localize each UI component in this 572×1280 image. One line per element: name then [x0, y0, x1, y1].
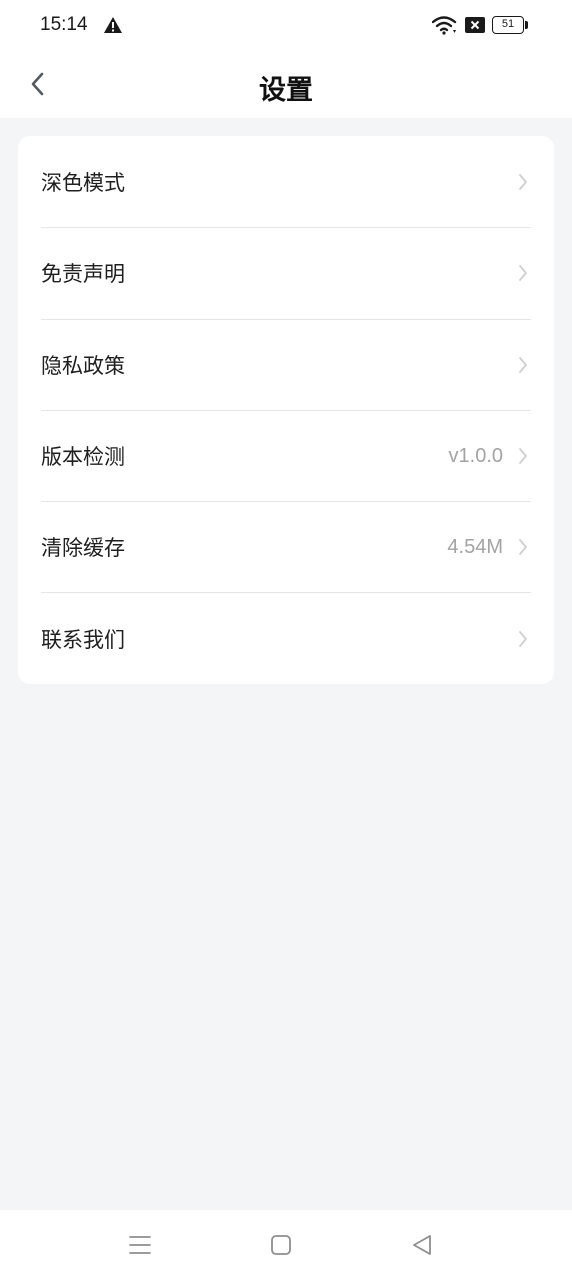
settings-item-dark-mode[interactable]: 深色模式: [41, 136, 531, 227]
settings-item-label: 联系我们: [41, 627, 125, 652]
settings-item-label: 隐私政策: [41, 353, 125, 378]
back-triangle-icon: [413, 1235, 431, 1255]
cache-size-value: 4.54M: [447, 535, 503, 558]
settings-item-label: 版本检测: [41, 445, 125, 470]
status-bar: 15:14 51: [0, 0, 572, 52]
version-value: v1.0.0: [448, 444, 503, 467]
settings-item-label: 清除缓存: [41, 536, 125, 561]
chevron-right-icon: [519, 448, 527, 464]
sim-off-icon: [465, 17, 485, 33]
settings-item-contact-us[interactable]: 联系我们: [41, 592, 531, 683]
home-icon: [271, 1235, 291, 1255]
menu-button[interactable]: [125, 1230, 155, 1260]
system-nav-bar: [0, 1210, 572, 1280]
menu-icon: [129, 1236, 151, 1254]
chevron-right-icon: [519, 539, 527, 556]
system-back-button[interactable]: [407, 1230, 437, 1260]
home-button[interactable]: [266, 1230, 296, 1260]
status-time: 15:14: [40, 14, 88, 35]
nav-header: 设置: [0, 52, 572, 118]
settings-list: 深色模式 免责声明 隐私政策 版本检测 v1.0.0 清除缓存 4.54M 联系…: [18, 136, 554, 684]
battery-icon: 51: [492, 16, 528, 34]
settings-item-version-check[interactable]: 版本检测 v1.0.0: [41, 409, 531, 501]
settings-item-privacy-policy[interactable]: 隐私政策: [41, 318, 531, 410]
page-title: 设置: [259, 75, 313, 106]
wifi-icon: [432, 16, 457, 35]
settings-item-clear-cache[interactable]: 清除缓存 4.54M: [41, 501, 531, 592]
settings-item-disclaimer[interactable]: 免责声明: [41, 227, 531, 318]
chevron-right-icon: [519, 630, 527, 647]
chevron-right-icon: [519, 173, 527, 190]
alert-icon: [104, 17, 122, 33]
settings-item-label: 深色模式: [41, 170, 125, 195]
settings-item-label: 免责声明: [41, 262, 125, 287]
settings-screen: 15:14 51 设置 深色模式 免责声明 隐私政策 版本检测 v1.0.0 清…: [0, 0, 572, 1280]
chevron-right-icon: [519, 356, 527, 373]
battery-level: 51: [492, 16, 524, 34]
chevron-right-icon: [519, 265, 527, 282]
